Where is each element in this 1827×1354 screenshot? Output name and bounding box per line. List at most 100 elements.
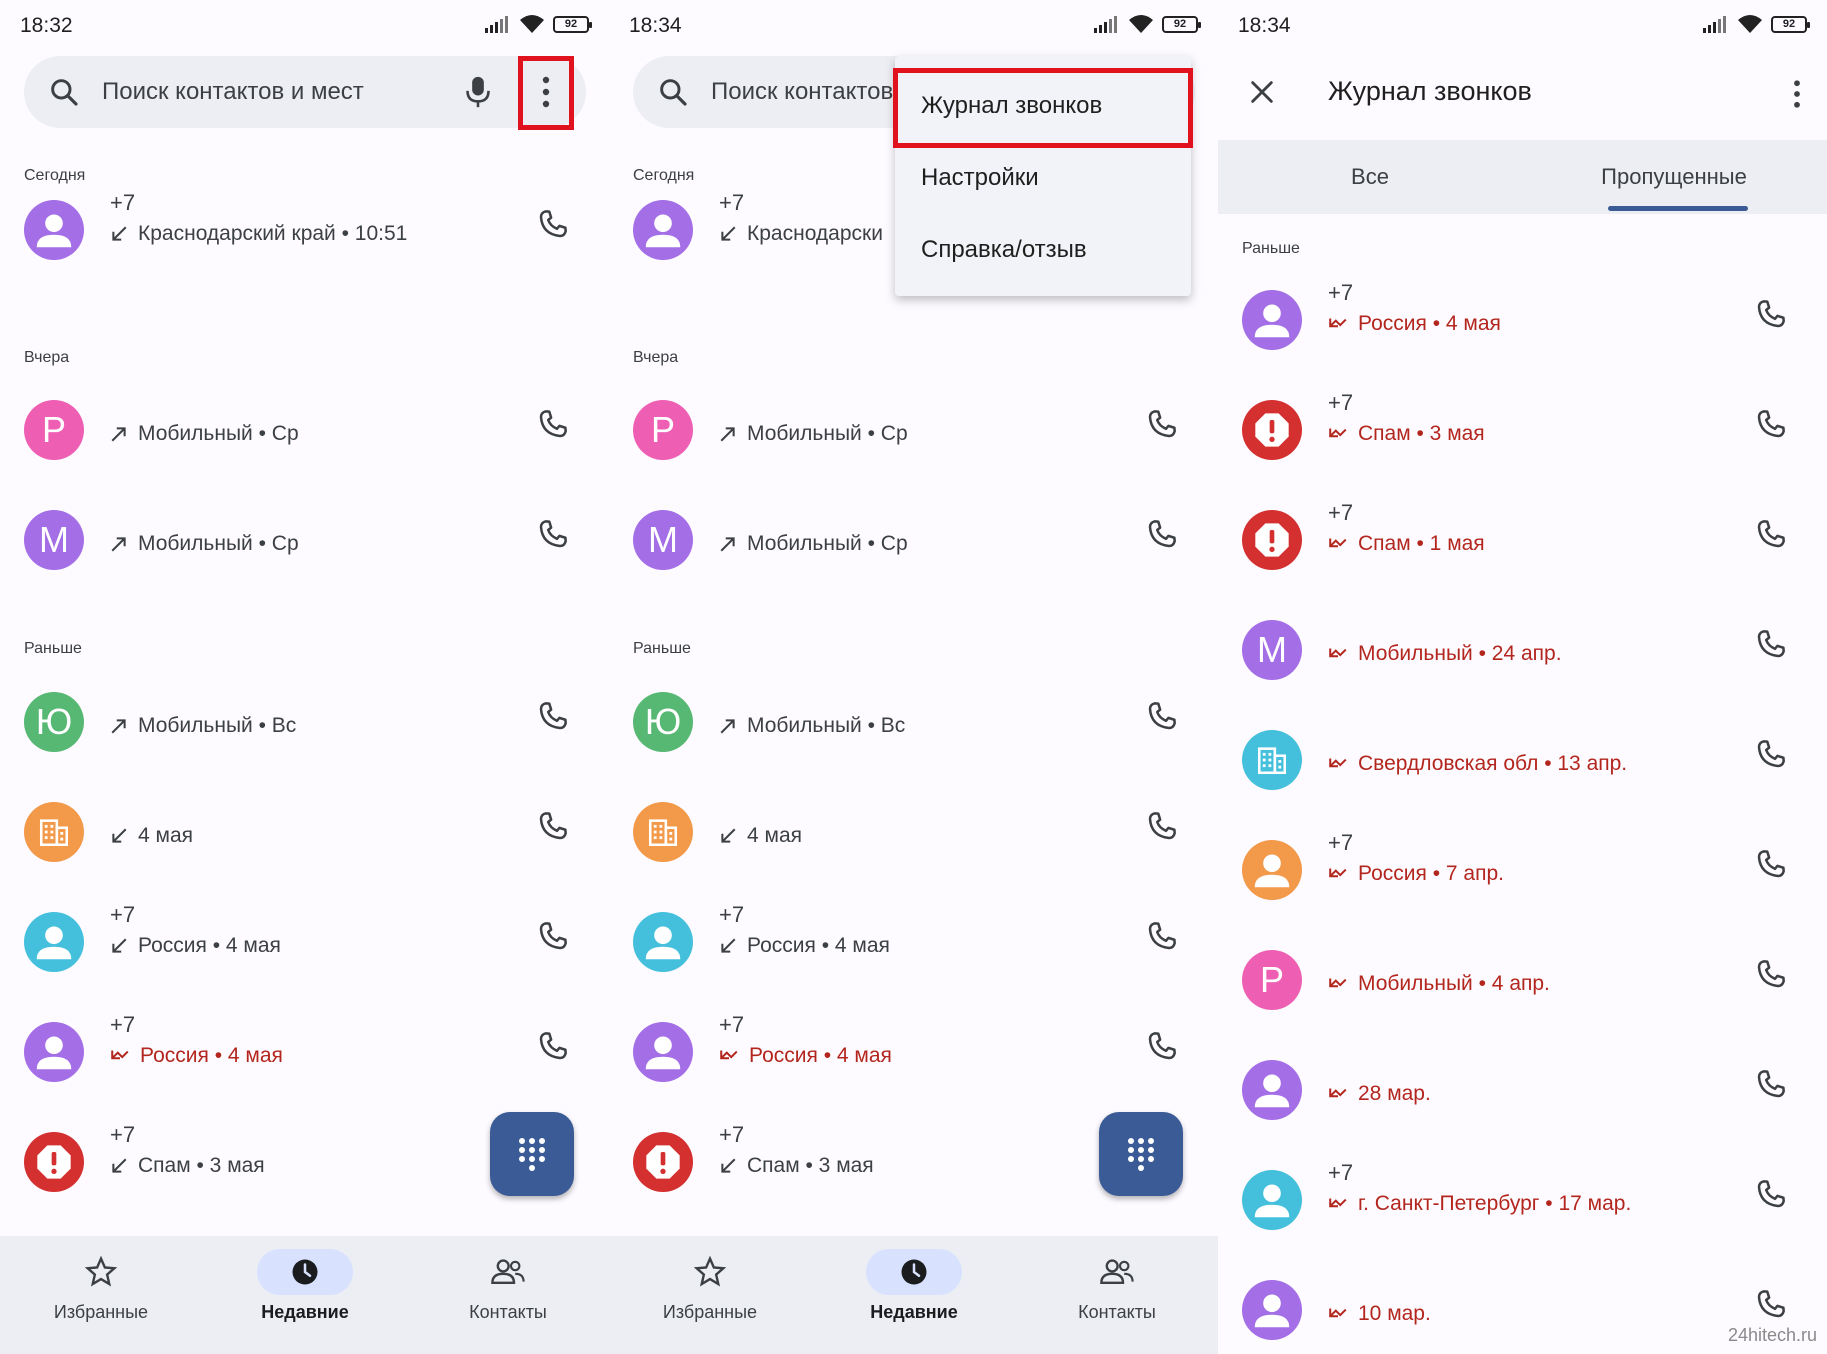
call-button[interactable] bbox=[537, 920, 569, 957]
watermark: 24hitech.ru bbox=[1727, 1325, 1817, 1345]
call-log-row[interactable]: Р Мобильный • 4 апр. bbox=[1218, 932, 1827, 1032]
call-row[interactable]: +7 Россия • 4 мая bbox=[0, 894, 609, 994]
call-details-text: Мобильный • 4 апр. bbox=[1358, 972, 1550, 995]
call-log-row[interactable]: +7 Спам • 1 мая bbox=[1218, 492, 1827, 592]
call-log-row[interactable]: М Мобильный • 24 апр. bbox=[1218, 602, 1827, 702]
avatar-letter: М bbox=[633, 510, 693, 570]
nav-favorites[interactable]: Избранные bbox=[16, 1250, 186, 1323]
nav-recents[interactable]: Недавние bbox=[220, 1249, 390, 1323]
missed-call-icon bbox=[1329, 1088, 1347, 1098]
call-row[interactable]: 4 мая bbox=[0, 784, 609, 884]
call-icon bbox=[539, 410, 567, 438]
call-button[interactable] bbox=[1755, 958, 1787, 995]
call-button[interactable] bbox=[1146, 1030, 1178, 1067]
tab-all[interactable]: Все bbox=[1218, 164, 1522, 190]
call-log-row[interactable]: Свердловская обл • 13 апр. bbox=[1218, 712, 1827, 812]
tab-indicator bbox=[1608, 206, 1748, 211]
call-row[interactable]: +7 Россия • 4 мая bbox=[609, 894, 1218, 994]
nav-favorites[interactable]: Избранные bbox=[625, 1250, 795, 1323]
nav-contacts[interactable]: Контакты bbox=[1032, 1250, 1202, 1323]
incoming-call-icon bbox=[112, 226, 127, 241]
close-icon[interactable] bbox=[1248, 78, 1276, 106]
dialpad-button[interactable] bbox=[1099, 1112, 1183, 1196]
call-button[interactable] bbox=[537, 518, 569, 555]
call-button[interactable] bbox=[1146, 700, 1178, 737]
call-row[interactable]: +7 Россия • 4 мая bbox=[609, 1004, 1218, 1104]
call-icon bbox=[1757, 300, 1785, 328]
mic-icon[interactable] bbox=[464, 74, 492, 110]
call-button[interactable] bbox=[1146, 518, 1178, 555]
spam-warning-icon bbox=[633, 1132, 693, 1192]
call-row[interactable]: Р Мобильный • Ср bbox=[0, 382, 609, 482]
nav-recents[interactable]: Недавние bbox=[829, 1249, 999, 1323]
signal-icon bbox=[485, 16, 508, 33]
search-icon bbox=[51, 79, 78, 106]
call-button[interactable] bbox=[1755, 738, 1787, 775]
call-button[interactable] bbox=[1755, 408, 1787, 445]
call-button[interactable] bbox=[1755, 848, 1787, 885]
call-row[interactable]: Ю Мобильный • Вс bbox=[609, 674, 1218, 774]
nav-favorites-label: Избранные bbox=[662, 1302, 758, 1322]
call-button[interactable] bbox=[1146, 408, 1178, 445]
outgoing-call-icon bbox=[111, 719, 126, 734]
dialpad-icon bbox=[519, 1138, 545, 1171]
nav-favorites-label: Избранные bbox=[53, 1302, 149, 1322]
nav-recents-label: Недавние bbox=[870, 1302, 958, 1322]
call-log-row[interactable]: 28 мар. bbox=[1218, 1042, 1827, 1142]
clock-icon bbox=[901, 1259, 927, 1285]
spam-warning-icon bbox=[24, 1132, 84, 1192]
phone-number: +7 bbox=[1328, 500, 1354, 525]
missed-call-icon bbox=[1329, 318, 1347, 328]
call-row[interactable]: +7 Краснодарский край • 10:51 bbox=[0, 182, 609, 282]
signal-icon bbox=[1094, 16, 1117, 33]
battery-indicator: 92 bbox=[553, 15, 592, 33]
call-button[interactable] bbox=[1146, 810, 1178, 847]
call-details: Мобильный • 4 апр. bbox=[1328, 972, 1550, 996]
nav-contacts[interactable]: Контакты bbox=[423, 1250, 593, 1323]
menu-help-feedback[interactable]: Справка/отзыв bbox=[921, 236, 1087, 264]
call-button[interactable] bbox=[537, 700, 569, 737]
call-button[interactable] bbox=[537, 1030, 569, 1067]
call-details-text: Мобильный • Ср bbox=[138, 422, 299, 445]
dialpad-button[interactable] bbox=[490, 1112, 574, 1196]
call-details: Мобильный • Вс bbox=[110, 714, 296, 738]
call-button[interactable] bbox=[537, 810, 569, 847]
call-button[interactable] bbox=[1755, 518, 1787, 555]
incoming-call-icon bbox=[112, 828, 127, 843]
call-icon bbox=[1148, 922, 1176, 950]
call-button[interactable] bbox=[1755, 1178, 1787, 1215]
call-button[interactable] bbox=[1755, 298, 1787, 335]
call-row[interactable]: +7 Россия • 4 мая bbox=[0, 1004, 609, 1104]
menu-settings[interactable]: Настройки bbox=[921, 164, 1039, 192]
call-row[interactable]: 4 мая bbox=[609, 784, 1218, 884]
section-earlier: Раньше bbox=[24, 640, 82, 657]
call-log-row[interactable]: +7 г. Санкт-Петербург • 17 мар. bbox=[1218, 1152, 1827, 1252]
call-row[interactable]: Р Мобильный • Ср bbox=[609, 382, 1218, 482]
call-row[interactable]: Ю Мобильный • Вс bbox=[0, 674, 609, 774]
section-earlier: Раньше bbox=[633, 640, 691, 657]
call-details-text: 10 мар. bbox=[1358, 1302, 1431, 1325]
recents-screen-menu-open: 18:34 92 Поиск контактов Сегодня Вчера Р… bbox=[609, 0, 1218, 1354]
call-log-row[interactable]: +7 Россия • 7 апр. bbox=[1218, 822, 1827, 922]
call-button[interactable] bbox=[537, 408, 569, 445]
call-details: Мобильный • Ср bbox=[110, 422, 299, 446]
call-button[interactable] bbox=[537, 208, 569, 245]
call-details-text: Мобильный • Вс bbox=[138, 714, 297, 737]
call-row[interactable]: М Мобильный • Ср bbox=[0, 492, 609, 592]
search-bar[interactable]: Поиск контактов и мест bbox=[24, 56, 586, 128]
call-details: 28 мар. bbox=[1328, 1082, 1431, 1106]
more-options-icon[interactable] bbox=[1791, 76, 1803, 112]
missed-call-icon bbox=[1329, 1308, 1347, 1318]
call-button[interactable] bbox=[1146, 920, 1178, 957]
call-row[interactable]: М Мобильный • Ср bbox=[609, 492, 1218, 592]
call-button[interactable] bbox=[1755, 1068, 1787, 1105]
call-details-text: Мобильный • Ср bbox=[747, 532, 908, 555]
call-button[interactable] bbox=[1755, 628, 1787, 665]
call-log-row[interactable]: +7 Россия • 4 мая bbox=[1218, 272, 1827, 372]
call-icon bbox=[1757, 960, 1785, 988]
tab-missed[interactable]: Пропущенные bbox=[1522, 164, 1826, 190]
clock-icon bbox=[292, 1259, 318, 1285]
call-button[interactable] bbox=[1755, 1288, 1787, 1325]
call-icon bbox=[539, 812, 567, 840]
call-log-row[interactable]: +7 Спам • 3 мая bbox=[1218, 382, 1827, 482]
